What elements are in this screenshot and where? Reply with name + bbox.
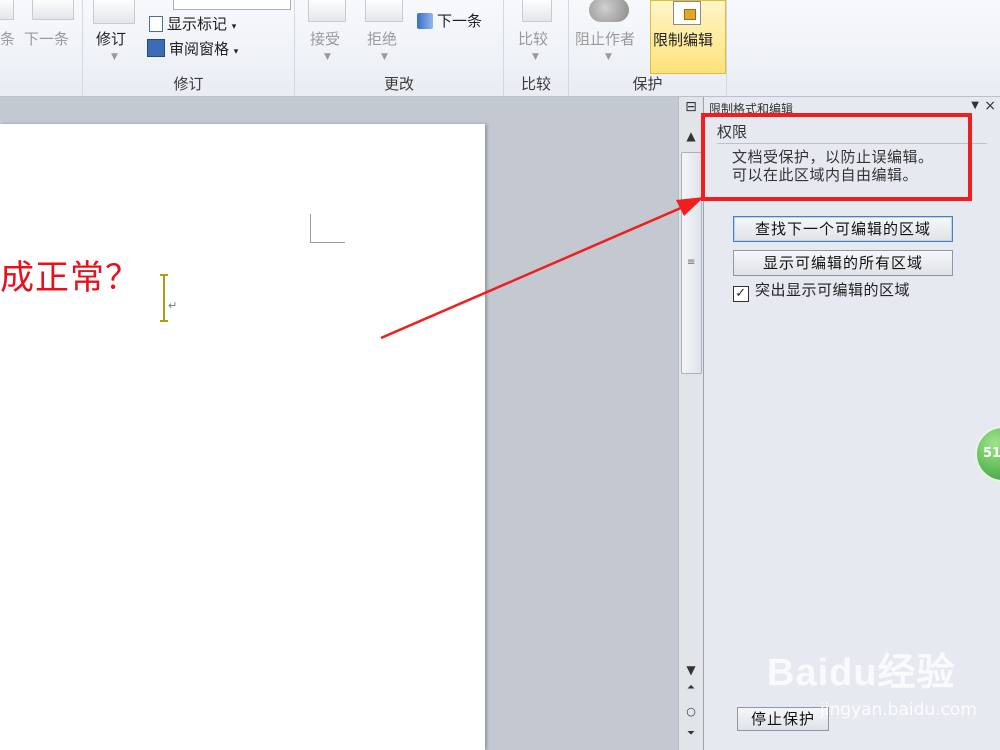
annotation-arrow <box>380 197 704 340</box>
baidu-watermark: Baidu经验 <box>767 652 956 694</box>
baidu-watermark-url: jingyan.baidu.com <box>820 700 977 720</box>
